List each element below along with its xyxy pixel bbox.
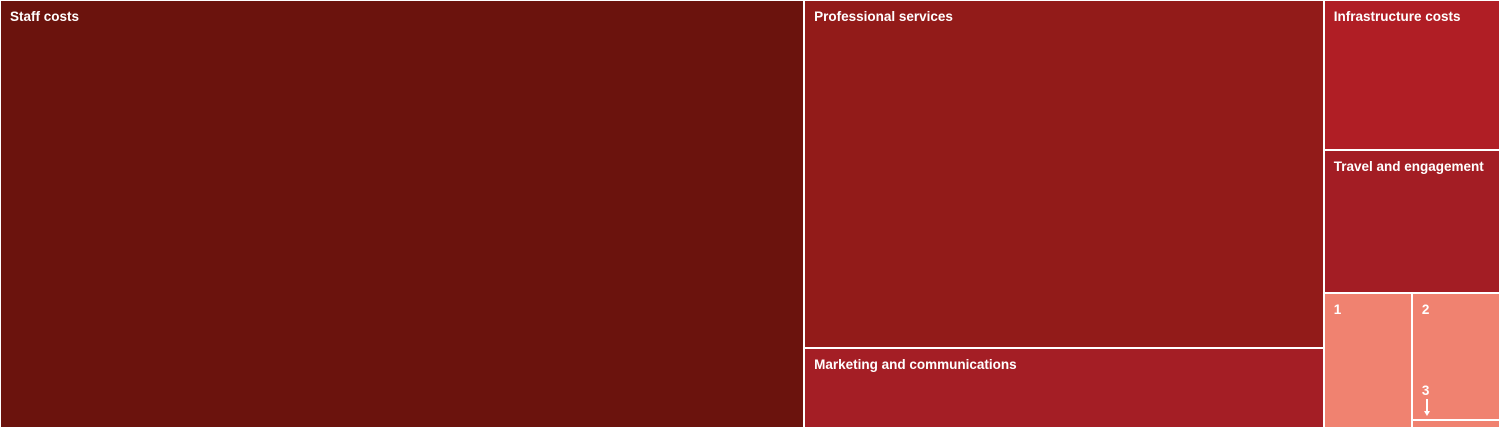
treemap-label-2: 2 bbox=[1421, 301, 1430, 317]
treemap-cell-marketing-and-communications: Marketing and communications bbox=[805, 348, 1323, 427]
treemap-label-1: 1 bbox=[1333, 301, 1342, 317]
treemap-cell-travel-and-engagement: Travel and engagement bbox=[1324, 151, 1499, 292]
treemap-label-staff-costs: Staff costs bbox=[10, 9, 80, 24]
treemap-cell-professional-services: Professional services bbox=[805, 1, 1323, 347]
callout-arrow-head bbox=[1423, 411, 1430, 417]
treemap-cell-staff-costs: Staff costs bbox=[1, 1, 804, 427]
treemap-label-marketing-and-communications: Marketing and communications bbox=[814, 356, 1017, 372]
treemap-label-infrastructure-costs: Infrastructure costs bbox=[1333, 9, 1461, 24]
callout-arrow-shaft bbox=[1426, 399, 1428, 412]
treemap-cell-3 bbox=[1412, 421, 1499, 427]
treemap-cell-1: 1 bbox=[1324, 293, 1411, 427]
treemap-chart: Staff costs Professional services Marketin… bbox=[0, 0, 1500, 428]
treemap-cell-infrastructure-costs: Infrastructure costs bbox=[1324, 1, 1499, 150]
treemap-label-professional-services: Professional services bbox=[814, 9, 953, 24]
treemap-label-travel-and-engagement: Travel and engagement bbox=[1333, 159, 1484, 175]
treemap-label-3: 3 bbox=[1421, 383, 1430, 399]
